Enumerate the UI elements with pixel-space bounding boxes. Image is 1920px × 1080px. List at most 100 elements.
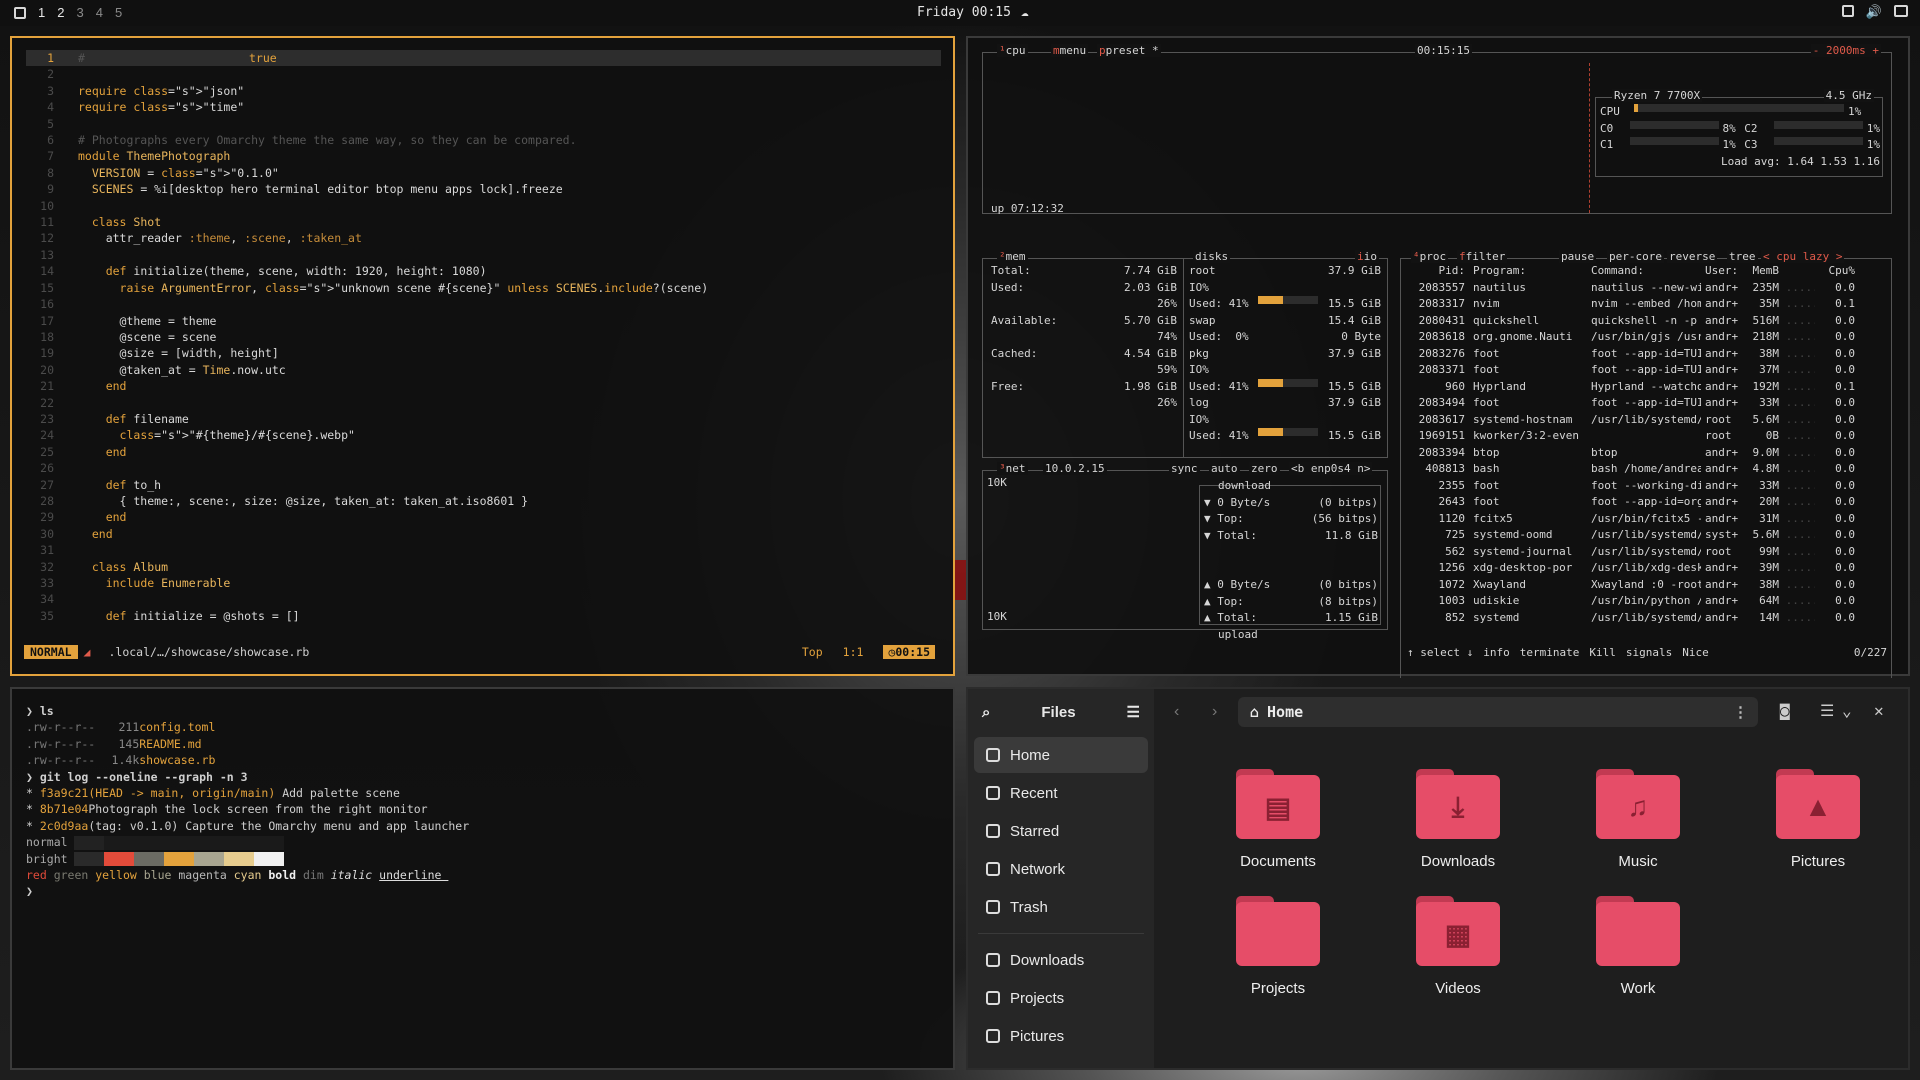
table-row[interactable]: 2083557 nautilus nautilus --new-win andr+ 23… bbox=[1405, 280, 1883, 297]
sidebar-item-home[interactable]: Home bbox=[974, 737, 1148, 773]
code-line[interactable]: 13 bbox=[26, 247, 939, 263]
code-line[interactable]: 14 def initialize(theme, scene, width: 1… bbox=[26, 263, 939, 279]
launcher-icon[interactable] bbox=[14, 6, 26, 19]
code-line[interactable]: 3 require class="s">"json" bbox=[26, 83, 939, 99]
search-icon[interactable]: ⌕ bbox=[982, 704, 990, 721]
code-line[interactable]: 29 end bbox=[26, 509, 939, 525]
proc-label[interactable]: proc bbox=[1420, 250, 1447, 263]
table-row[interactable]: 2083617 systemd-hostnam/usr/lib/systemd/s… bbox=[1405, 412, 1883, 429]
update-rate[interactable]: - 2000ms + bbox=[1810, 44, 1881, 57]
terminal-output[interactable]: ❯ ls .rw-r--r-- 211 config.toml .rw-r--r-… bbox=[26, 703, 469, 900]
chevron-down-icon[interactable]: ⌄ bbox=[1842, 701, 1852, 720]
workspace-2[interactable]: 2 bbox=[57, 5, 64, 20]
editor-window[interactable]: 1 #2 3 require class="s">"json" 4 require cla… bbox=[10, 36, 955, 676]
sidebar-item-pictures[interactable]: Pictures bbox=[974, 1018, 1148, 1054]
code-line[interactable]: 5 bbox=[26, 116, 939, 132]
code-line[interactable]: 33 include Enumerable bbox=[26, 575, 939, 591]
code-line[interactable]: 26 bbox=[26, 460, 939, 476]
mem-label[interactable]: mem bbox=[1006, 250, 1026, 263]
code-line[interactable]: 19 @size = [width, height] bbox=[26, 345, 939, 361]
code-line[interactable]: 1 # bbox=[26, 50, 941, 67]
folder-videos[interactable]: ▦ Videos bbox=[1368, 896, 1548, 997]
terminal-window[interactable]: ❯ ls .rw-r--r-- 211 config.toml .rw-r--r-… bbox=[10, 687, 955, 1070]
code-line[interactable]: 12 attr_reader :theme, :scene, :taken_at bbox=[26, 230, 939, 246]
table-row[interactable]: 408813 bash bash /home/andreas andr+ 4.8M ..… bbox=[1405, 461, 1883, 478]
code-line[interactable]: 2 bbox=[26, 66, 939, 82]
code-line[interactable]: 24 class="s">"#{theme}/#{scene}.webp" bbox=[26, 427, 939, 443]
sidebar-item-network[interactable]: Network bbox=[974, 851, 1148, 887]
folder-music[interactable]: ♫ Music bbox=[1548, 769, 1728, 870]
volume-icon[interactable]: 🔊 bbox=[1866, 5, 1882, 20]
sidebar-item-projects[interactable]: Projects bbox=[974, 980, 1148, 1016]
code-line[interactable]: 17 @theme = theme bbox=[26, 313, 939, 329]
code-line[interactable]: 22 bbox=[26, 395, 939, 411]
reverse-label[interactable]: reverse bbox=[1667, 250, 1718, 263]
menu-label[interactable]: menu bbox=[1060, 44, 1087, 57]
net-sync[interactable]: sync bbox=[1169, 462, 1200, 475]
net-auto[interactable]: auto bbox=[1209, 462, 1240, 475]
preset-label[interactable]: preset * bbox=[1106, 44, 1159, 57]
table-row[interactable]: 725 systemd-oomd/usr/lib/systemd/s syst+ 5.… bbox=[1405, 527, 1883, 544]
code-line[interactable]: 11 class Shot bbox=[26, 214, 939, 230]
table-row[interactable]: 2355footfoot --working-dirandr+33M .....… bbox=[1405, 478, 1883, 495]
editor-buffer[interactable]: 1 #2 3 require class="s">"json" 4 require cla… bbox=[26, 50, 941, 624]
percore-label[interactable]: per-core bbox=[1607, 250, 1664, 263]
code-line[interactable]: 4 require class="s">"time" bbox=[26, 99, 939, 115]
table-row[interactable]: 2083394btopbtopandr+9.0M ......0.0 bbox=[1405, 445, 1883, 462]
table-row[interactable]: 1003 udiskie/usr/bin/python /u andr+ 64M ..… bbox=[1405, 593, 1883, 610]
table-row[interactable]: 2083618 org.gnome.Nauti/usr/bin/gjs /usr/… bbox=[1405, 329, 1883, 346]
kebab-icon[interactable]: ⋮ bbox=[1733, 703, 1748, 721]
folder-downloads[interactable]: ⤓ Downloads bbox=[1368, 769, 1548, 870]
location-bar[interactable]: ⌂ Home ⋮ bbox=[1238, 697, 1758, 727]
code-line[interactable]: 15 raise ArgumentError, class="s">"unkno… bbox=[26, 280, 939, 296]
process-table[interactable]: Pid: Program: Command: User: MemB Cpu% 2083557… bbox=[1405, 263, 1883, 626]
code-line[interactable]: 32 class Album bbox=[26, 559, 939, 575]
table-row[interactable]: 852 systemd/usr/lib/systemd/s andr+ 14M ...… bbox=[1405, 610, 1883, 627]
code-line[interactable]: 34 bbox=[26, 591, 939, 607]
table-row[interactable]: 2083371 foot foot --app-id=TUI. andr+ 37M ..… bbox=[1405, 362, 1883, 379]
sidebar-item-trash[interactable]: Trash bbox=[974, 889, 1148, 925]
code-line[interactable]: 8 VERSION = class="s">"0.1.0" bbox=[26, 165, 939, 181]
tree-label[interactable]: tree bbox=[1727, 250, 1758, 263]
cpu-label[interactable]: cpu bbox=[1006, 44, 1026, 57]
folder-work[interactable]: Work bbox=[1548, 896, 1728, 997]
net-label[interactable]: net bbox=[1006, 462, 1026, 475]
code-line[interactable]: 21 end bbox=[26, 378, 939, 394]
btop-window[interactable]: ¹cpu mmenu ppreset * 00:15:15 - 2000ms +… bbox=[966, 36, 1910, 678]
display-icon[interactable] bbox=[1894, 5, 1908, 17]
code-line[interactable]: 30 end bbox=[26, 526, 939, 542]
table-row[interactable]: 1256 xdg-desktop-por/usr/lib/xdg-deskt and… bbox=[1405, 560, 1883, 577]
folder-documents[interactable]: ▤ Documents bbox=[1188, 769, 1368, 870]
list-view-icon[interactable]: ☰ bbox=[1820, 701, 1834, 720]
screen-record-icon[interactable] bbox=[1841, 5, 1854, 17]
sort-label[interactable]: < cpu lazy > bbox=[1761, 250, 1845, 263]
code-line[interactable]: 7 module ThemePhotograph bbox=[26, 148, 939, 164]
workspace-1[interactable]: 1 bbox=[38, 5, 45, 20]
table-row[interactable]: 1120 fcitx5/usr/bin/fcitx5 -- andr+ 31M ...… bbox=[1405, 511, 1883, 528]
table-row[interactable]: 2083317 nvim nvim --embed /home andr+ 35M ..… bbox=[1405, 296, 1883, 313]
code-line[interactable]: 31 bbox=[26, 542, 939, 558]
folder-pictures[interactable]: ▲ Pictures bbox=[1728, 769, 1908, 870]
table-row[interactable]: 2080431 quickshell quickshell -n -p / andr+… bbox=[1405, 313, 1883, 330]
code-line[interactable]: 35 def initialize = @shots = [] bbox=[26, 608, 939, 624]
sidebar-item-recent[interactable]: Recent bbox=[974, 775, 1148, 811]
table-row[interactable]: 2083494 foot foot --app-id=TUI. andr+ 33M ..… bbox=[1405, 395, 1883, 412]
code-line[interactable]: 9 SCENES = %i[desktop hero terminal edit… bbox=[26, 181, 939, 197]
back-icon[interactable]: ‹ bbox=[1174, 703, 1179, 721]
code-line[interactable]: 10 bbox=[26, 198, 939, 214]
workspace-4[interactable]: 4 bbox=[96, 5, 103, 20]
code-line[interactable]: 23 def filename bbox=[26, 411, 939, 427]
code-line[interactable]: 18 @scene = scene bbox=[26, 329, 939, 345]
filter-label[interactable]: filter bbox=[1466, 250, 1506, 263]
table-row[interactable]: 2643footfoot --app-id=org.andr+20M .....… bbox=[1405, 494, 1883, 511]
sidebar-item-starred[interactable]: Starred bbox=[974, 813, 1148, 849]
io-label[interactable]: io bbox=[1364, 250, 1377, 263]
workspace-3[interactable]: 3 bbox=[76, 5, 83, 20]
workspace-5[interactable]: 5 bbox=[115, 5, 122, 20]
table-row[interactable]: 1969151kworker/3:2-evenroot0B ......0.0 bbox=[1405, 428, 1883, 445]
clock[interactable]: Friday 00:15 ☁ bbox=[917, 5, 1029, 20]
table-row[interactable]: 960 Hyprland Hyprland --watchdo andr+ 192M .… bbox=[1405, 379, 1883, 396]
code-line[interactable]: 27 def to_h bbox=[26, 477, 939, 493]
forward-icon[interactable]: › bbox=[1212, 703, 1217, 721]
table-row[interactable]: 1072 Xwayland Xwayland :0 -rootl andr+ 38M .… bbox=[1405, 577, 1883, 594]
